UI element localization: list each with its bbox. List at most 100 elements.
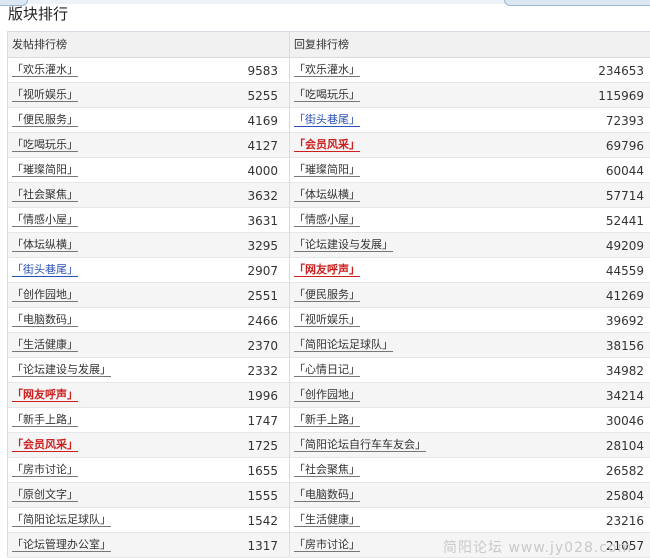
forum-link[interactable]: 「吃喝玩乐」 bbox=[294, 88, 360, 102]
table-row: 「新手上路」 1747 bbox=[8, 408, 289, 433]
count-value: 28104 bbox=[605, 439, 644, 453]
table-row: 「简阳论坛自行车车友会」 28104 bbox=[290, 433, 650, 458]
forum-link[interactable]: 「体坛纵横」 bbox=[12, 238, 78, 252]
forum-link[interactable]: 「心情日记」 bbox=[294, 363, 360, 377]
forum-link[interactable]: 「街头巷尾」 bbox=[12, 263, 78, 277]
forum-link[interactable]: 「吃喝玩乐」 bbox=[12, 138, 78, 152]
forum-link[interactable]: 「情感小屋」 bbox=[294, 213, 360, 227]
forum-link[interactable]: 「欢乐灌水」 bbox=[12, 63, 78, 77]
table-row: 「街头巷尾」 2907 bbox=[8, 258, 289, 283]
count-value: 1747 bbox=[247, 414, 278, 428]
table-row: 「欢乐灌水」 234653 bbox=[290, 58, 650, 83]
browser-top-strip bbox=[0, 0, 650, 6]
count-value: 2907 bbox=[247, 264, 278, 278]
count-value: 41269 bbox=[605, 289, 644, 303]
forum-link[interactable]: 「便民服务」 bbox=[12, 113, 78, 127]
count-value: 2466 bbox=[247, 314, 278, 328]
count-value: 2551 bbox=[247, 289, 278, 303]
table-row: 「璀璨简阳」 60044 bbox=[290, 158, 650, 183]
forum-link[interactable]: 「便民服务」 bbox=[294, 288, 360, 302]
forum-link[interactable]: 「网友呼声」 bbox=[294, 263, 360, 277]
forum-link[interactable]: 「璀璨简阳」 bbox=[12, 163, 78, 177]
table-row: 「视听娱乐」 39692 bbox=[290, 308, 650, 333]
forum-link[interactable]: 「简阳论坛足球队」 bbox=[12, 513, 111, 527]
forum-link[interactable]: 「社会聚焦」 bbox=[12, 188, 78, 202]
forum-link[interactable]: 「网友呼声」 bbox=[12, 388, 78, 402]
table-row: 「便民服务」 4169 bbox=[8, 108, 289, 133]
count-value: 26582 bbox=[605, 464, 644, 478]
site-watermark: 简阳论坛 www.jy028.com bbox=[443, 540, 633, 556]
count-value: 1996 bbox=[247, 389, 278, 403]
count-value: 3295 bbox=[247, 239, 278, 253]
count-value: 3632 bbox=[247, 189, 278, 203]
count-value: 2332 bbox=[247, 364, 278, 378]
table-row: 「网友呼声」 44559 bbox=[290, 258, 650, 283]
count-value: 34214 bbox=[605, 389, 644, 403]
table-row: 「创作园地」 34214 bbox=[290, 383, 650, 408]
table-row: 「璀璨简阳」 4000 bbox=[8, 158, 289, 183]
table-row: 「街头巷尾」 72393 bbox=[290, 108, 650, 133]
forum-link[interactable]: 「体坛纵横」 bbox=[294, 188, 360, 202]
table-row: 「吃喝玩乐」 115969 bbox=[290, 83, 650, 108]
table-row: 「生活健康」 2370 bbox=[8, 333, 289, 358]
forum-link[interactable]: 「房市讨论」 bbox=[294, 538, 360, 552]
forum-link[interactable]: 「房市讨论」 bbox=[12, 463, 78, 477]
forum-link[interactable]: 「视听娱乐」 bbox=[12, 88, 78, 102]
forum-link[interactable]: 「论坛建设与发展」 bbox=[12, 363, 111, 377]
count-value: 4127 bbox=[247, 139, 278, 153]
count-value: 69796 bbox=[605, 139, 644, 153]
forum-link[interactable]: 「论坛管理办公室」 bbox=[12, 538, 111, 552]
forum-link[interactable]: 「创作园地」 bbox=[12, 288, 78, 302]
forum-link[interactable]: 「会员风采」 bbox=[12, 438, 78, 452]
forum-link[interactable]: 「生活健康」 bbox=[294, 513, 360, 527]
count-value: 5255 bbox=[247, 89, 278, 103]
count-value: 2370 bbox=[247, 339, 278, 353]
forum-link[interactable]: 「创作园地」 bbox=[294, 388, 360, 402]
count-value: 3631 bbox=[247, 214, 278, 228]
table-row: 「网友呼声」 1996 bbox=[8, 383, 289, 408]
reply-ranking-list: 「欢乐灌水」 234653 「吃喝玩乐」 115969 「街头巷尾」 72393 「会员风采… bbox=[290, 58, 650, 558]
table-row: 「论坛建设与发展」 49209 bbox=[290, 233, 650, 258]
table-row: 「会员风采」 1725 bbox=[8, 433, 289, 458]
forum-link[interactable]: 「新手上路」 bbox=[12, 413, 78, 427]
forum-link[interactable]: 「新手上路」 bbox=[294, 413, 360, 427]
count-value: 1542 bbox=[247, 514, 278, 528]
count-value: 52441 bbox=[605, 214, 644, 228]
count-value: 1655 bbox=[247, 464, 278, 478]
forum-link[interactable]: 「生活健康」 bbox=[12, 338, 78, 352]
forum-link[interactable]: 「欢乐灌水」 bbox=[294, 63, 360, 77]
forum-link[interactable]: 「情感小屋」 bbox=[12, 213, 78, 227]
forum-link[interactable]: 「论坛建设与发展」 bbox=[294, 238, 393, 252]
reply-ranking-header: 回复排行榜 bbox=[290, 32, 650, 58]
table-row: 「创作园地」 2551 bbox=[8, 283, 289, 308]
count-value: 60044 bbox=[605, 164, 644, 178]
forum-link[interactable]: 「璀璨简阳」 bbox=[294, 163, 360, 177]
forum-link[interactable]: 「简阳论坛自行车车友会」 bbox=[294, 438, 426, 452]
count-value: 38156 bbox=[605, 339, 644, 353]
count-value: 4169 bbox=[247, 114, 278, 128]
forum-link[interactable]: 「简阳论坛足球队」 bbox=[294, 338, 393, 352]
table-row: 「社会聚焦」 3632 bbox=[8, 183, 289, 208]
table-row: 「情感小屋」 3631 bbox=[8, 208, 289, 233]
forum-link[interactable]: 「街头巷尾」 bbox=[294, 113, 360, 127]
table-row: 「社会聚焦」 26582 bbox=[290, 458, 650, 483]
forum-link[interactable]: 「社会聚焦」 bbox=[294, 463, 360, 477]
count-value: 1555 bbox=[247, 489, 278, 503]
table-row: 「简阳论坛足球队」 1542 bbox=[8, 508, 289, 533]
table-row: 「视听娱乐」 5255 bbox=[8, 83, 289, 108]
forum-link[interactable]: 「电脑数码」 bbox=[294, 488, 360, 502]
forum-link[interactable]: 「电脑数码」 bbox=[12, 313, 78, 327]
forum-link[interactable]: 「原创文字」 bbox=[12, 488, 78, 502]
forum-link[interactable]: 「会员风采」 bbox=[294, 138, 360, 152]
table-row: 「电脑数码」 2466 bbox=[8, 308, 289, 333]
count-value: 44559 bbox=[605, 264, 644, 278]
count-value: 4000 bbox=[247, 164, 278, 178]
table-row: 「体坛纵横」 57714 bbox=[290, 183, 650, 208]
count-value: 25804 bbox=[605, 489, 644, 503]
table-row: 「欢乐灌水」 9583 bbox=[8, 58, 289, 83]
table-row: 「电脑数码」 25804 bbox=[290, 483, 650, 508]
forum-link[interactable]: 「视听娱乐」 bbox=[294, 313, 360, 327]
table-row: 「吃喝玩乐」 4127 bbox=[8, 133, 289, 158]
table-row: 「生活健康」 23216 bbox=[290, 508, 650, 533]
post-ranking-list: 「欢乐灌水」 9583 「视听娱乐」 5255 「便民服务」 4169 「吃喝玩乐」 4127… bbox=[8, 58, 289, 558]
